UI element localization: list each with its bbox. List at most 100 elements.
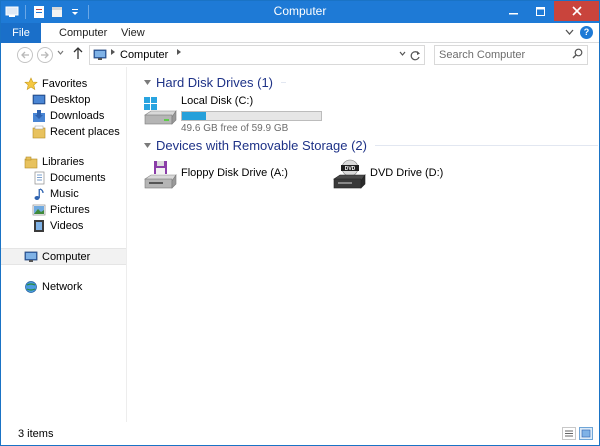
nav-computer[interactable]: Computer (1, 248, 126, 265)
group-title: Devices with Removable Storage (2) (156, 137, 367, 153)
nav-label: Desktop (50, 94, 91, 106)
breadcrumb-chevron-icon[interactable] (176, 48, 182, 58)
music-icon (31, 187, 47, 201)
tab-computer[interactable]: Computer (49, 23, 117, 43)
nav-libraries[interactable]: Libraries (1, 154, 126, 170)
drive-name: DVD Drive (D:) (370, 166, 444, 179)
nav-desktop[interactable]: Desktop (1, 92, 126, 108)
hard-disk-icon (142, 95, 178, 127)
chevron-down-icon (399, 51, 406, 56)
breadcrumb-computer[interactable]: Computer (120, 49, 168, 61)
forward-arrow-icon (41, 51, 49, 59)
nav-label: Downloads (50, 110, 105, 122)
address-dropdown[interactable] (399, 49, 406, 58)
help-icon[interactable]: ? (580, 26, 593, 39)
nav-videos[interactable]: Videos (1, 218, 126, 234)
chevron-down-icon (57, 50, 64, 55)
nav-label: Pictures (50, 204, 90, 216)
nav-music[interactable]: Music (1, 186, 126, 202)
nav-label: Libraries (42, 156, 85, 168)
libraries-icon (23, 155, 39, 169)
view-toggle (562, 427, 593, 440)
search-input[interactable] (439, 48, 565, 62)
computer-icon (23, 250, 39, 264)
tab-file[interactable]: File (1, 23, 41, 43)
network-icon (23, 280, 39, 294)
nav-network[interactable]: Network (1, 279, 126, 295)
navigation-pane: Favorites Desktop Downloads Recent place… (1, 67, 127, 422)
title-bar: Computer (1, 1, 599, 23)
nav-pictures[interactable]: Pictures (1, 202, 126, 218)
drive-size-text: 49.6 GB free of 59.9 GB (181, 123, 289, 134)
videos-icon (31, 219, 47, 233)
nav-label: Computer (42, 250, 91, 263)
search-box[interactable] (434, 45, 588, 65)
explorer-window: Computer File Computer View ? Computer S… (0, 0, 600, 446)
group-header-removable-storage[interactable]: Devices with Removable Storage (2) (144, 137, 598, 153)
documents-icon (31, 171, 47, 185)
ribbon-controls: ? (565, 26, 593, 39)
group-title: Hard Disk Drives (1) (156, 74, 274, 90)
close-button[interactable] (554, 1, 599, 21)
nav-label: Network (42, 281, 83, 293)
drive-floppy-a[interactable]: Floppy Disk Drive (A:) (142, 159, 288, 191)
nav-label: Recent places (50, 126, 120, 138)
tab-view[interactable]: View (111, 23, 155, 43)
drive-usage-bar (181, 111, 322, 121)
address-bar[interactable]: Computer (89, 45, 425, 65)
computer-icon (93, 49, 107, 64)
nav-favorites[interactable]: Favorites (1, 76, 126, 92)
nav-downloads[interactable]: Downloads (1, 108, 126, 124)
pictures-icon (31, 203, 47, 217)
group-divider (374, 144, 598, 146)
svg-text:DVD: DVD (345, 166, 356, 172)
dvd-drive-icon: DVD (331, 159, 367, 191)
minimize-icon (509, 12, 518, 14)
nav-label: Music (50, 188, 79, 200)
drive-info: Local Disk (C:) 49.6 GB free of 59.9 GB (181, 95, 322, 134)
nav-recent-places[interactable]: Recent places (1, 124, 126, 140)
up-button[interactable] (73, 46, 83, 63)
close-icon (571, 6, 582, 16)
expand-ribbon-icon[interactable] (565, 29, 574, 36)
desktop-icon (31, 93, 47, 107)
group-divider (281, 81, 286, 83)
downloads-icon (31, 109, 47, 123)
breadcrumb-chevron-icon[interactable] (110, 48, 116, 58)
back-button[interactable] (17, 47, 33, 63)
nav-label: Favorites (42, 78, 88, 90)
collapse-chevron-icon[interactable] (144, 141, 151, 150)
collapse-chevron-icon[interactable] (144, 78, 151, 87)
nav-label: Videos (50, 220, 84, 232)
maximize-button[interactable] (527, 1, 554, 21)
tiles-view-icon (581, 429, 591, 438)
tiles-view-button[interactable] (579, 427, 593, 440)
drive-usage-fill (182, 112, 206, 120)
refresh-icon (410, 51, 420, 61)
nav-documents[interactable]: Documents (1, 170, 126, 186)
details-view-icon (565, 430, 573, 437)
recent-locations-dropdown[interactable] (57, 48, 64, 57)
nav-label: Documents (50, 172, 106, 184)
drive-local-disk-c[interactable]: Local Disk (C:) 49.6 GB free of 59.9 GB (142, 95, 322, 134)
item-count: 3 items (18, 428, 54, 440)
group-header-hard-disk-drives[interactable]: Hard Disk Drives (1) (144, 74, 286, 90)
up-arrow-icon (73, 47, 83, 59)
maximize-icon (536, 6, 545, 16)
refresh-button[interactable] (409, 47, 421, 65)
back-arrow-icon (21, 51, 29, 59)
floppy-drive-icon (142, 159, 178, 191)
drive-name: Local Disk (C:) (181, 95, 254, 107)
ribbon-tabs: File Computer View ? (1, 23, 599, 43)
window-controls (500, 1, 599, 21)
status-bar: 3 items (1, 423, 599, 445)
drive-name: Floppy Disk Drive (A:) (181, 166, 288, 179)
star-icon (23, 77, 39, 91)
drive-dvd-d[interactable]: DVD DVD Drive (D:) (331, 159, 443, 191)
forward-button[interactable] (37, 47, 53, 63)
minimize-button[interactable] (500, 1, 527, 21)
search-icon[interactable] (572, 48, 583, 62)
details-view-button[interactable] (562, 427, 576, 440)
recent-places-icon (31, 125, 47, 139)
content-pane: Hard Disk Drives (1) Local Disk (C:) 49.… (128, 67, 598, 422)
